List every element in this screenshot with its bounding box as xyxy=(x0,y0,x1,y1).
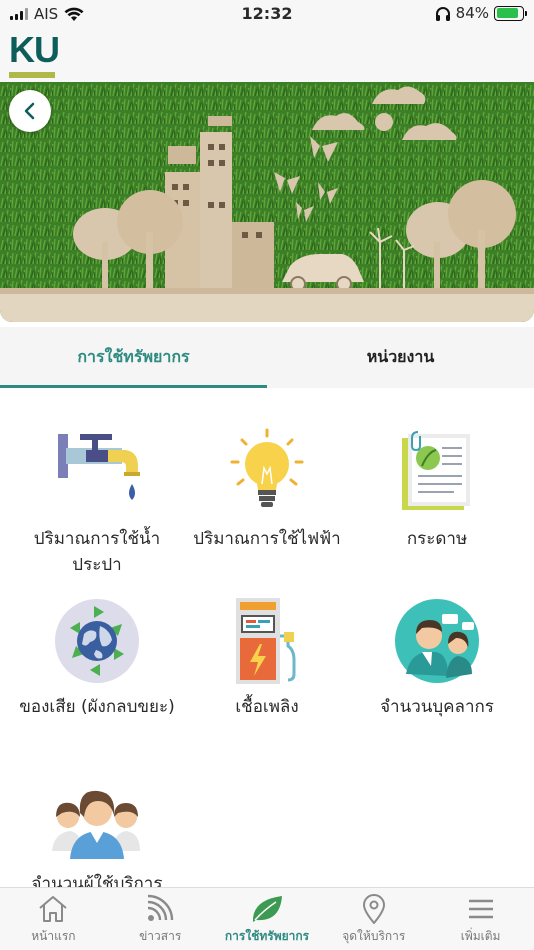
service-users-icon xyxy=(52,790,140,859)
grid-item-label: ของเสีย (ผังกลบขยะ) xyxy=(19,697,175,717)
home-icon xyxy=(39,896,68,922)
grid-item-water[interactable]: ปริมาณการใช้น้ำประปา xyxy=(8,428,186,578)
nav-label: การใช้ทรัพยากร xyxy=(224,929,310,943)
grid-item-service-users[interactable]: จำนวนผู้ใช้บริการ xyxy=(8,773,186,897)
grid-item-label: ปริมาณการใช้น้ำประปา xyxy=(33,529,161,575)
ku-logo: KU xyxy=(9,29,60,78)
nav-resource-usage[interactable]: การใช้ทรัพยากร xyxy=(214,888,321,950)
tab-departments[interactable]: หน่วยงาน xyxy=(267,327,534,388)
location-pin-icon xyxy=(362,894,385,924)
leaf-icon xyxy=(252,896,282,922)
staff-people-icon xyxy=(395,599,479,683)
bottom-navigation: หน้าแรก ข่าวสาร การใช้ทรัพยากร จุดให้บริ… xyxy=(0,887,534,950)
grid-item-label: กระดาษ xyxy=(406,529,468,549)
grid-item-label: ปริมาณการใช้ไฟฟ้า xyxy=(193,529,341,549)
eco-city-illustration xyxy=(0,82,534,322)
grid-item-electricity[interactable]: ปริมาณการใช้ไฟฟ้า xyxy=(178,428,356,552)
tab-bar: การใช้ทรัพยากร หน่วยงาน xyxy=(0,327,534,388)
chevron-left-icon xyxy=(24,102,35,120)
fuel-pump-icon xyxy=(236,598,296,684)
nav-news[interactable]: ข่าวสาร xyxy=(107,888,214,950)
status-bar: AIS 12:32 84% xyxy=(0,0,534,28)
grid-item-label: จำนวนบุคลากร xyxy=(380,697,494,717)
nav-label: เพิ่มเติม xyxy=(460,929,501,943)
menu-icon xyxy=(468,899,493,919)
app-header: KU xyxy=(0,28,534,82)
nav-home[interactable]: หน้าแรก xyxy=(0,888,107,950)
water-tap-icon xyxy=(58,434,140,500)
logo-text: KU xyxy=(9,29,60,70)
battery-icon xyxy=(494,5,527,21)
grid-item-paper[interactable]: กระดาษ xyxy=(348,428,526,552)
battery-percent: 84% xyxy=(455,4,489,22)
grid-item-staff[interactable]: จำนวนบุคลากร xyxy=(348,596,526,720)
nav-more[interactable]: เพิ่มเติม xyxy=(427,888,534,950)
grid-item-label: เชื้อเพลิง xyxy=(235,697,299,717)
rss-icon xyxy=(148,894,174,921)
nav-service-points[interactable]: จุดให้บริการ xyxy=(320,888,427,950)
recycle-globe-icon xyxy=(55,599,139,683)
nav-label: หน้าแรก xyxy=(31,929,76,943)
back-button[interactable] xyxy=(9,90,51,132)
paper-document-icon xyxy=(402,431,470,510)
headphones-icon xyxy=(435,6,450,21)
nav-label: ข่าวสาร xyxy=(139,929,182,943)
nav-label: จุดให้บริการ xyxy=(342,929,406,943)
tab-resource-usage[interactable]: การใช้ทรัพยากร xyxy=(0,327,267,388)
light-bulb-icon xyxy=(230,428,304,507)
logo-underline xyxy=(9,72,55,78)
grid-item-waste[interactable]: ของเสีย (ผังกลบขยะ) xyxy=(8,596,186,720)
grid-item-fuel[interactable]: เชื้อเพลิง xyxy=(178,596,356,720)
banner-image xyxy=(0,82,534,322)
